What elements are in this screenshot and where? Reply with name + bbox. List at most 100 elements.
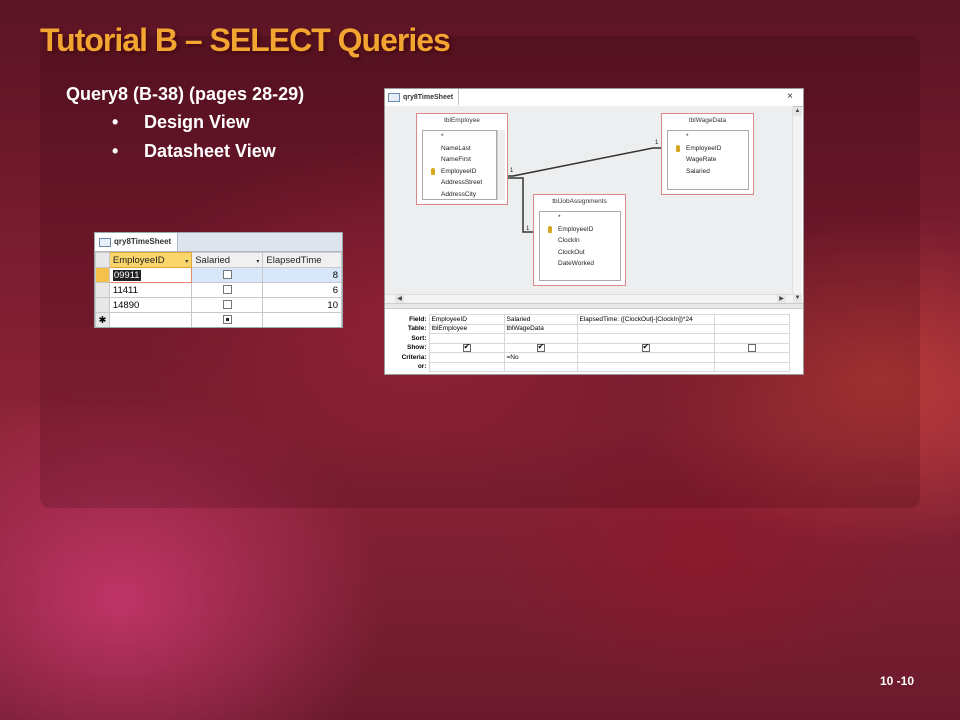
show-checkbox[interactable] bbox=[747, 343, 756, 352]
grid-criteria-cell[interactable] bbox=[576, 352, 715, 363]
query-design-grid: Field: EmployeeID Salaried ElapsedTime: … bbox=[385, 311, 803, 374]
grid-table-cell[interactable] bbox=[713, 323, 790, 334]
field-item[interactable]: * bbox=[423, 131, 496, 143]
grid-or-cell[interactable] bbox=[428, 361, 505, 372]
bullet-text: Datasheet View bbox=[144, 141, 276, 161]
salaried-cell[interactable] bbox=[191, 297, 264, 313]
field-item[interactable]: EmployeeID bbox=[423, 166, 496, 178]
grid-row-label: Sort: bbox=[385, 333, 429, 343]
field-list-body: * EmployeeID ClockIn ClockOut DateWorked bbox=[539, 211, 621, 281]
row-selector[interactable] bbox=[95, 282, 110, 298]
bullet-item: • Datasheet View bbox=[112, 141, 276, 170]
dropdown-arrow-icon[interactable]: ▾ bbox=[185, 258, 188, 265]
field-list-tblwagedata[interactable]: tblWageData * EmployeeID WageRate Salari… bbox=[661, 113, 754, 195]
new-record-row: ✱ bbox=[95, 312, 342, 327]
field-list-scrollbar[interactable] bbox=[497, 130, 505, 200]
grid-show-cell bbox=[713, 342, 790, 353]
row-selector[interactable] bbox=[95, 297, 110, 313]
field-item[interactable]: DateWorked bbox=[540, 258, 620, 270]
employeeid-cell[interactable] bbox=[108, 312, 193, 327]
primary-key-icon bbox=[548, 225, 552, 233]
salaried-cell[interactable] bbox=[191, 282, 264, 298]
grid-show-cell bbox=[503, 342, 578, 353]
field-item[interactable]: ClockOut bbox=[540, 247, 620, 259]
field-item[interactable]: NameFirst bbox=[423, 154, 496, 166]
grid-field-cell[interactable]: EmployeeID bbox=[428, 314, 505, 325]
field-list-tblemployee[interactable]: tblEmployee * NameLast NameFirst Employe… bbox=[416, 113, 508, 205]
field-list-tbljobassignments[interactable]: tblJobAssignments * EmployeeID ClockIn C… bbox=[533, 194, 626, 286]
salaried-checkbox[interactable] bbox=[222, 270, 232, 280]
grid-field-cell[interactable]: Salaried bbox=[503, 314, 578, 325]
dropdown-arrow-icon[interactable]: ▾ bbox=[256, 258, 259, 265]
elapsedtime-cell[interactable]: 10 bbox=[262, 297, 342, 313]
show-checkbox[interactable] bbox=[641, 342, 650, 352]
employeeid-cell[interactable]: 09911 bbox=[108, 267, 193, 283]
grid-field-cell[interactable]: ElapsedTime: ([ClockOut]-[ClockIn])*24 bbox=[576, 314, 715, 325]
elapsedtime-cell[interactable] bbox=[262, 312, 342, 327]
table-pane: 1 1 1 tblEmployee * NameLast NameFirst E… bbox=[385, 106, 793, 294]
field-item[interactable]: AddressStreet bbox=[423, 177, 496, 189]
grid-field-cell[interactable] bbox=[713, 314, 790, 325]
salaried-cell[interactable] bbox=[191, 267, 264, 283]
employeeid-cell[interactable]: 11411 bbox=[108, 282, 193, 298]
salaried-checkbox[interactable] bbox=[222, 315, 232, 325]
column-header-employeeid[interactable]: EmployeeID ▾ bbox=[108, 252, 193, 268]
field-item[interactable]: ClockIn bbox=[540, 235, 620, 247]
scroll-up-icon[interactable]: ▲ bbox=[793, 107, 802, 116]
grid-criteria-cell[interactable]: =No bbox=[503, 352, 578, 363]
grid-or-cell[interactable] bbox=[713, 361, 790, 372]
elapsedtime-cell[interactable]: 8 bbox=[262, 267, 342, 283]
salaried-checkbox[interactable] bbox=[222, 300, 232, 310]
row-selector[interactable] bbox=[95, 267, 110, 283]
close-icon[interactable]: × bbox=[787, 91, 793, 102]
tab-qry8timesheet[interactable]: qry8TimeSheet bbox=[95, 233, 179, 251]
tab-label: qry8TimeSheet bbox=[403, 93, 454, 101]
grid-criteria-cell[interactable] bbox=[713, 352, 790, 363]
tab-qry8timesheet[interactable]: qry8TimeSheet bbox=[385, 89, 460, 105]
scroll-down-icon[interactable]: ▼ bbox=[793, 294, 802, 303]
salaried-cell[interactable] bbox=[191, 312, 264, 327]
field-item[interactable]: * bbox=[540, 212, 620, 224]
design-tabbar: qry8TimeSheet × bbox=[385, 89, 803, 107]
grid-table-cell[interactable] bbox=[576, 323, 715, 334]
column-header-label: Salaried bbox=[195, 254, 231, 266]
grid-row-label: Field: bbox=[385, 314, 429, 324]
field-item[interactable]: WageRate bbox=[668, 154, 748, 166]
field-list-title: tblWageData bbox=[688, 117, 727, 124]
bullet-list: • Design View • Datasheet View bbox=[112, 112, 276, 170]
field-item[interactable]: AddressCity bbox=[423, 189, 496, 200]
tab-label: qry8TimeSheet bbox=[114, 237, 172, 246]
table-row: 09911 8 bbox=[95, 267, 342, 283]
grid-table-cell[interactable]: tblEmployee bbox=[428, 323, 505, 334]
grid-or-cell[interactable] bbox=[503, 361, 578, 372]
relationship-label: 1 bbox=[510, 168, 514, 174]
grid-sort-cell[interactable] bbox=[713, 333, 790, 344]
elapsedtime-cell[interactable]: 6 bbox=[262, 282, 342, 298]
column-header-salaried[interactable]: Salaried ▾ bbox=[191, 252, 264, 268]
field-item[interactable]: * bbox=[668, 131, 748, 143]
select-all-cell[interactable] bbox=[95, 252, 110, 268]
new-record-icon[interactable]: ✱ bbox=[95, 312, 110, 327]
field-item[interactable]: Salaried bbox=[668, 166, 748, 178]
salaried-checkbox[interactable] bbox=[222, 285, 232, 295]
employeeid-cell[interactable]: 14890 bbox=[108, 297, 193, 313]
vertical-scrollbar[interactable]: ▲ ▼ bbox=[792, 107, 802, 303]
table-row: 14890 10 bbox=[95, 297, 342, 313]
field-list-title: tblJobAssignments bbox=[552, 198, 607, 205]
grid-or-cell[interactable] bbox=[576, 361, 715, 372]
pane-splitter[interactable] bbox=[385, 303, 803, 309]
slide-subtitle: Query8 (B-38) (pages 28-29) bbox=[66, 84, 305, 104]
field-item[interactable]: EmployeeID bbox=[540, 224, 620, 236]
bullet-icon: • bbox=[112, 112, 119, 132]
field-item[interactable]: NameLast bbox=[423, 143, 496, 155]
field-list-body: * EmployeeID WageRate Salaried bbox=[667, 130, 749, 190]
table-row: 11411 6 bbox=[95, 282, 342, 298]
show-checkbox[interactable] bbox=[536, 342, 545, 352]
slide-title: Tutorial B – SELECT Queries bbox=[40, 22, 451, 58]
grid-criteria-cell[interactable] bbox=[428, 352, 505, 363]
field-item[interactable]: EmployeeID bbox=[668, 143, 748, 155]
column-header-elapsedtime[interactable]: ElapsedTime bbox=[262, 252, 342, 268]
show-checkbox[interactable] bbox=[462, 342, 471, 352]
cell-value: 09911 bbox=[112, 269, 141, 281]
grid-table-cell[interactable]: tblWageData bbox=[503, 323, 578, 334]
